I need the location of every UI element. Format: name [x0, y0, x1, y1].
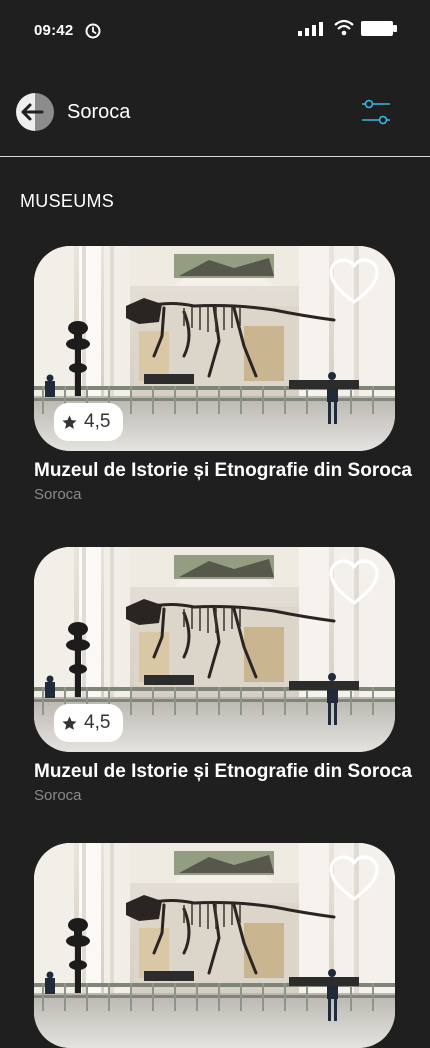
rating-badge: 4,5 — [54, 403, 124, 441]
rating-value: 4,5 — [84, 411, 111, 432]
museum-image[interactable] — [34, 843, 395, 1048]
museum-image[interactable]: 4,5 — [34, 246, 395, 451]
app-header: Soroca — [0, 60, 430, 157]
status-time: 09:42 — [34, 22, 74, 39]
wifi-icon — [334, 19, 354, 36]
star-icon — [62, 715, 77, 730]
museum-location: Soroca — [34, 486, 82, 503]
page-title: Soroca — [67, 101, 131, 123]
museum-card[interactable]: 4,5 Muzeul de Istorie și Etnografie din … — [34, 246, 414, 503]
battery-icon — [361, 21, 397, 36]
filter-sliders-icon[interactable] — [360, 96, 392, 128]
museum-location: Soroca — [34, 787, 82, 804]
star-icon — [62, 414, 77, 429]
museum-title[interactable]: Muzeul de Istorie și Etnografie din Soro… — [34, 460, 414, 482]
rating-badge: 4,5 — [54, 704, 124, 742]
rating-value: 4,5 — [84, 712, 111, 733]
museum-image[interactable]: 4,5 — [34, 547, 395, 752]
section-title: MUSEUMS — [20, 191, 115, 211]
museum-card[interactable] — [34, 843, 414, 1048]
heart-icon[interactable] — [328, 258, 380, 306]
clock-icon — [85, 23, 101, 39]
museum-card[interactable]: 4,5 Muzeul de Istorie și Etnografie din … — [34, 547, 414, 804]
heart-icon[interactable] — [328, 855, 380, 903]
back-button[interactable] — [16, 93, 54, 131]
heart-icon[interactable] — [328, 559, 380, 607]
museum-title[interactable]: Muzeul de Istorie și Etnografie din Soro… — [34, 761, 414, 783]
signal-icon — [298, 22, 323, 36]
status-bar: 09:42 — [0, 0, 430, 60]
